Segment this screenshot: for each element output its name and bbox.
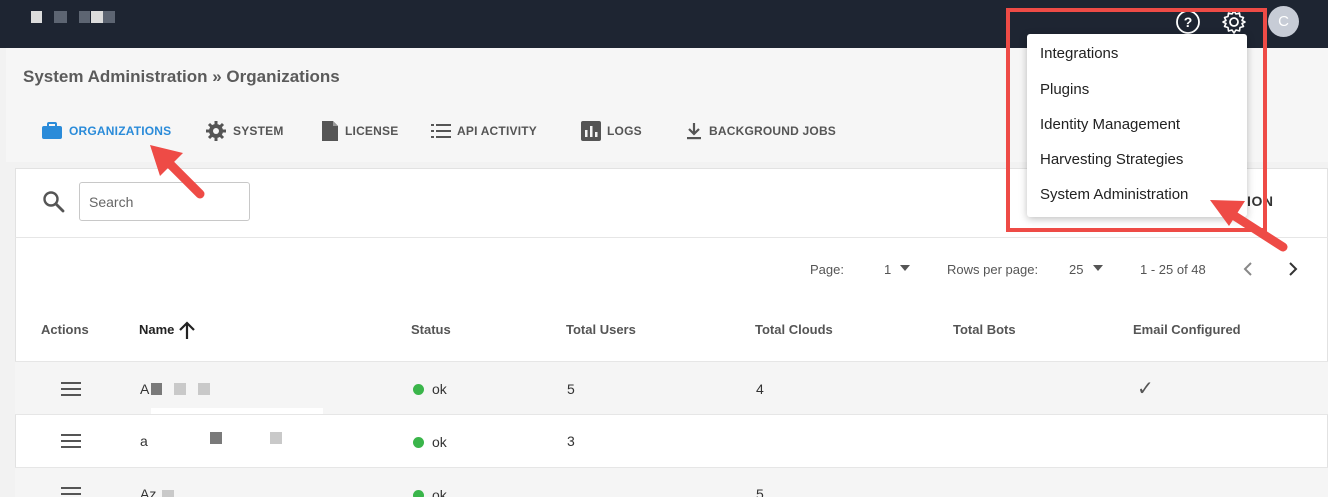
status-cell: ok xyxy=(413,381,447,397)
column-header-total-clouds: Total Clouds xyxy=(755,322,833,337)
table-row[interactable] xyxy=(15,467,1328,497)
document-icon xyxy=(321,120,339,142)
redacted-text xyxy=(151,383,162,395)
total-users-cell: 5 xyxy=(567,381,575,397)
search-input[interactable] xyxy=(79,182,250,221)
search-icon xyxy=(42,190,66,214)
total-clouds-cell: 5 xyxy=(756,486,764,497)
column-header-total-bots: Total Bots xyxy=(953,322,1016,337)
tab-label: ORGANIZATIONS xyxy=(69,124,172,138)
status-cell: ok xyxy=(413,434,447,450)
org-name[interactable]: A xyxy=(140,381,149,397)
logo-part xyxy=(103,11,115,23)
page-select-value[interactable]: 1 xyxy=(884,262,891,277)
row-menu-icon[interactable] xyxy=(61,434,81,448)
sort-arrow-up-icon[interactable] xyxy=(178,320,196,345)
page-select-chevron-icon[interactable] xyxy=(900,265,910,271)
redacted-text xyxy=(210,432,222,444)
bar-chart-icon xyxy=(581,121,601,141)
download-icon xyxy=(685,121,703,141)
page-title: System Administration » Organizations xyxy=(23,67,340,86)
rows-per-page-label: Rows per page: xyxy=(947,262,1039,277)
annotation-highlight-box xyxy=(1006,8,1267,232)
redacted-text xyxy=(162,490,174,497)
tab-background-jobs[interactable]: BACKGROUND JOBS xyxy=(685,118,836,144)
column-header-status: Status xyxy=(411,322,451,337)
redacted-text xyxy=(270,432,282,444)
tab-license[interactable]: LICENSE xyxy=(321,118,398,144)
logo-part xyxy=(79,11,90,23)
column-header-total-users: Total Users xyxy=(566,322,636,337)
tab-label: LOGS xyxy=(607,124,642,138)
column-header-email-configured: Email Configured xyxy=(1133,322,1241,337)
status-ok-dot xyxy=(413,490,424,497)
tab-label: SYSTEM xyxy=(233,124,284,138)
logo[interactable] xyxy=(31,11,42,23)
total-clouds-cell: 4 xyxy=(756,381,764,397)
list-icon xyxy=(431,124,451,138)
org-name[interactable]: a xyxy=(140,433,148,449)
next-page-chevron-icon[interactable] xyxy=(1283,259,1303,279)
page-label: Page: xyxy=(810,262,844,277)
total-users-cell: 3 xyxy=(567,433,575,449)
column-header-actions: Actions xyxy=(41,322,89,337)
logo-part xyxy=(54,11,67,23)
org-name[interactable]: Az xyxy=(140,486,156,497)
redacted-text xyxy=(198,383,210,395)
logo-part xyxy=(91,11,103,23)
tab-label: BACKGROUND JOBS xyxy=(709,124,837,138)
divider xyxy=(15,237,1328,238)
tab-system[interactable]: SYSTEM xyxy=(205,118,284,144)
table-row[interactable] xyxy=(15,361,1328,414)
status-cell: ok xyxy=(413,487,447,497)
rows-select-chevron-icon[interactable] xyxy=(1093,265,1103,271)
rows-per-page-select-value[interactable]: 25 xyxy=(1069,262,1083,277)
column-header-name[interactable]: Name xyxy=(139,322,174,337)
email-configured-check-icon: ✓ xyxy=(1137,378,1154,400)
briefcase-icon xyxy=(41,122,63,140)
user-avatar[interactable]: C xyxy=(1268,6,1299,37)
redacted-text xyxy=(174,383,186,395)
row-menu-icon[interactable] xyxy=(61,487,81,497)
status-ok-dot xyxy=(413,437,424,448)
pagination-range: 1 - 25 of 48 xyxy=(1140,262,1206,277)
tab-label: API ACTIVITY xyxy=(457,124,537,138)
gear-icon xyxy=(205,120,227,142)
tab-logs[interactable]: LOGS xyxy=(581,118,642,144)
tab-api-activity[interactable]: API ACTIVITY xyxy=(431,118,537,144)
tab-organizations[interactable]: ORGANIZATIONS xyxy=(41,118,171,144)
status-ok-dot xyxy=(413,384,424,395)
tab-label: LICENSE xyxy=(345,124,399,138)
previous-page-chevron-icon[interactable] xyxy=(1238,259,1258,279)
row-menu-icon[interactable] xyxy=(61,382,81,396)
